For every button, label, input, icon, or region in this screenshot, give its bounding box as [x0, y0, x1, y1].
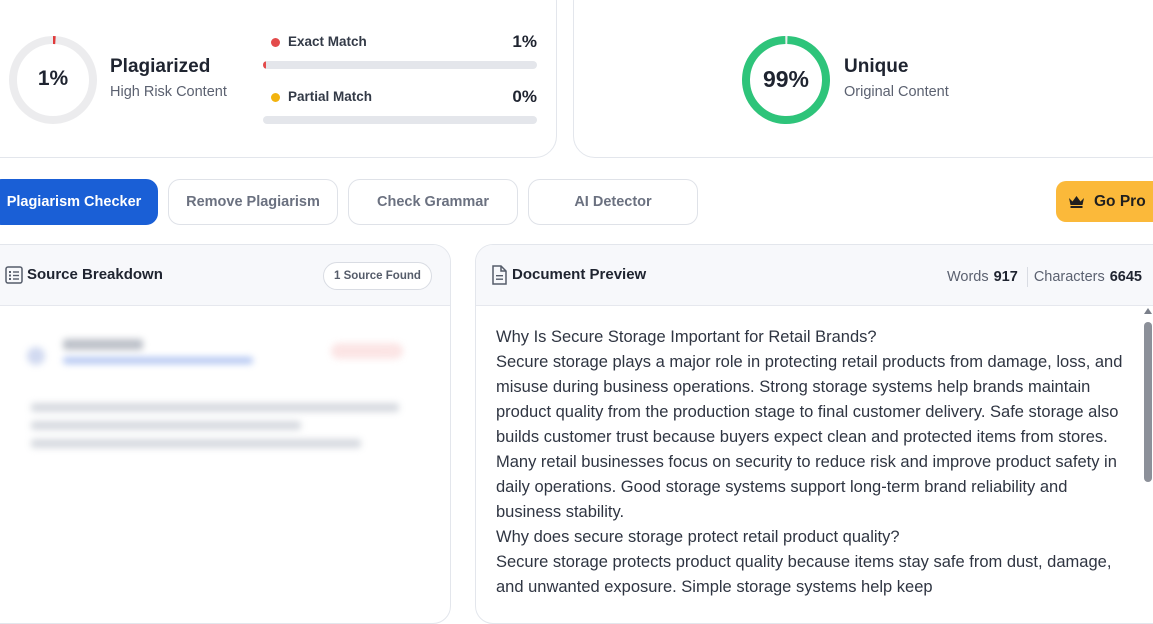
unique-percent: 99% — [762, 66, 810, 92]
document-text[interactable]: Why Is Secure Storage Important for Reta… — [496, 325, 1136, 600]
document-icon — [492, 265, 507, 285]
source-snippet-placeholder — [31, 403, 399, 412]
stats-divider — [1026, 267, 1028, 287]
source-favicon — [27, 347, 45, 365]
go-pro-button[interactable]: Go Pro — [1056, 181, 1153, 222]
document-heading: Why does secure storage protect retail p… — [496, 528, 900, 546]
partial-match-percent: 0% — [512, 87, 537, 106]
characters-label: Characters — [1033, 269, 1105, 285]
plagiarism-percent: 1% — [37, 67, 69, 90]
source-match-badge-placeholder — [331, 343, 403, 359]
tab-check-grammar[interactable]: Check Grammar — [348, 179, 518, 225]
exact-match-percent: 1% — [512, 32, 537, 51]
document-paragraph: Secure storage plays a major role in pro… — [496, 353, 1123, 521]
sources-found-badge: 1 Source Found — [323, 262, 432, 290]
list-icon — [5, 266, 23, 284]
document-scrollbar[interactable] — [1143, 306, 1153, 593]
document-preview-header: Document Preview Words 917 Characters 66… — [476, 245, 1153, 306]
partial-match-row: Partial Match 0% — [263, 87, 537, 128]
document-stats: Words 917 Characters 6645 — [947, 267, 1142, 287]
document-heading: Why Is Secure Storage Important for Reta… — [496, 328, 877, 346]
source-breakdown-header: Source Breakdown 1 Source Found — [0, 245, 450, 306]
source-breakdown-title: Source Breakdown — [27, 266, 163, 283]
tab-plagiarism-checker[interactable]: Plagiarism Checker — [0, 179, 158, 225]
source-snippet-placeholder — [31, 439, 361, 448]
source-name-placeholder — [63, 339, 143, 350]
document-preview-panel: Document Preview Words 917 Characters 66… — [475, 244, 1153, 624]
unique-summary-card — [573, 0, 1153, 158]
partial-match-bar — [263, 116, 537, 124]
blurred-source-item[interactable] — [1, 335, 403, 475]
source-snippet-placeholder — [31, 421, 301, 430]
words-count: 917 — [993, 269, 1018, 285]
source-breakdown-panel: Source Breakdown 1 Source Found — [0, 244, 451, 624]
partial-match-label: Partial Match — [288, 89, 373, 104]
scrollbar-thumb[interactable] — [1144, 322, 1152, 482]
words-label: Words — [946, 269, 989, 285]
go-pro-label: Go Pro — [1094, 192, 1146, 210]
plagiarized-subtitle: High Risk Content — [110, 84, 227, 100]
source-url-placeholder — [63, 357, 253, 364]
crown-icon — [1069, 196, 1084, 208]
tab-ai-detector[interactable]: AI Detector — [528, 179, 698, 225]
exact-match-bar-fill — [263, 61, 266, 69]
exact-match-row: Exact Match 1% — [263, 32, 537, 73]
unique-subtitle: Original Content — [844, 84, 949, 100]
characters-count: 6645 — [1109, 269, 1142, 285]
tab-remove-plagiarism[interactable]: Remove Plagiarism — [168, 179, 338, 225]
plagiarized-title: Plagiarized — [110, 56, 211, 77]
scroll-up-arrow-icon[interactable] — [1144, 308, 1152, 314]
document-preview-title: Document Preview — [512, 266, 647, 283]
partial-match-dot — [271, 93, 280, 102]
unique-title: Unique — [844, 56, 909, 77]
exact-match-dot — [271, 38, 280, 47]
exact-match-bar — [263, 61, 537, 69]
exact-match-label: Exact Match — [288, 34, 367, 49]
